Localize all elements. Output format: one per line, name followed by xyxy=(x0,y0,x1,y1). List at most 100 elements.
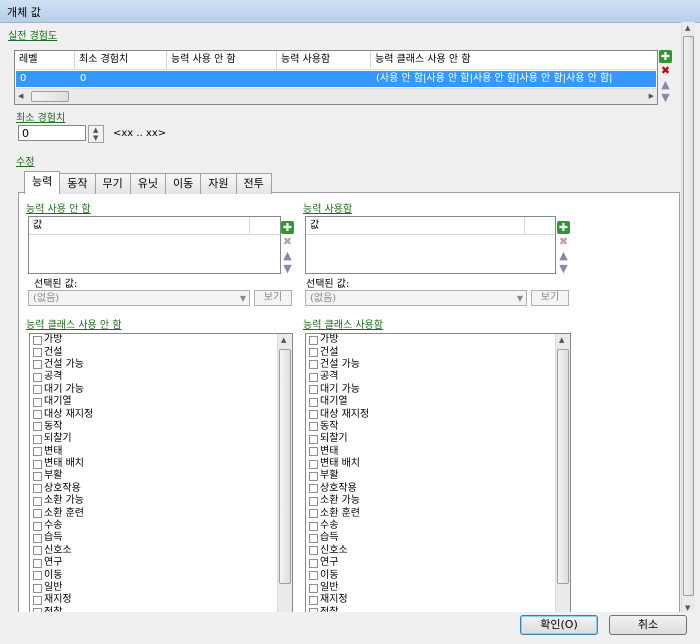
scroll-right-icon[interactable]: ▶ xyxy=(649,92,654,100)
checkbox[interactable] xyxy=(33,533,42,543)
ability-off-down-icon[interactable]: ▼ xyxy=(281,262,294,275)
tab-unit[interactable]: 유닛 xyxy=(129,173,166,194)
list-item[interactable]: 되찰기 xyxy=(306,433,570,445)
column-header-min-exp[interactable]: 최소 경험치 xyxy=(75,51,167,69)
move-down-icon[interactable]: ▼ xyxy=(659,91,672,104)
view-button[interactable]: 보기 xyxy=(531,290,569,306)
delete-ability-off-icon[interactable]: ✖ xyxy=(281,235,294,248)
list-item[interactable]: 신호소 xyxy=(30,545,292,557)
add-ability-on-icon[interactable]: ✚ xyxy=(557,221,570,234)
ability-on-up-icon[interactable]: ▲ xyxy=(557,249,570,262)
add-ability-off-icon[interactable]: ✚ xyxy=(281,221,294,234)
list-item[interactable]: 소환 가능 xyxy=(30,495,292,507)
checkbox[interactable] xyxy=(33,496,42,506)
checkbox[interactable] xyxy=(309,422,318,432)
checkbox[interactable] xyxy=(309,434,318,444)
checkbox[interactable] xyxy=(33,360,42,370)
view-button[interactable]: 보기 xyxy=(254,290,292,306)
ability-on-list[interactable]: 값 xyxy=(305,216,556,274)
scroll-up-icon[interactable]: ▲ xyxy=(685,24,690,32)
spin-up-icon[interactable]: ▲ xyxy=(93,126,98,134)
min-exp-input[interactable]: 0 xyxy=(18,125,86,141)
list-item[interactable]: 습득 xyxy=(30,532,292,544)
list-item[interactable]: 대상 재지정 xyxy=(30,408,292,420)
column-header-level[interactable]: 레벨 xyxy=(15,51,75,69)
checkbox[interactable] xyxy=(33,410,42,420)
list-item[interactable]: 대기열 xyxy=(30,396,292,408)
list-item[interactable]: 소환 가능 xyxy=(306,495,570,507)
list-item[interactable]: 이동 xyxy=(306,569,570,581)
checkbox[interactable] xyxy=(309,546,318,556)
checkbox[interactable] xyxy=(33,447,42,457)
scroll-thumb[interactable] xyxy=(683,36,694,596)
list-item[interactable]: 일반 xyxy=(30,582,292,594)
checkbox[interactable] xyxy=(33,595,42,605)
checkbox[interactable] xyxy=(309,533,318,543)
list-item[interactable]: 부활 xyxy=(30,470,292,482)
tab-action[interactable]: 동작 xyxy=(59,173,96,194)
tab-resource[interactable]: 자원 xyxy=(200,173,237,194)
checkbox[interactable] xyxy=(309,521,318,531)
checkbox[interactable] xyxy=(309,595,318,605)
list-item[interactable]: 대기열 xyxy=(306,396,570,408)
selected-value-combo[interactable]: (없음) ▼ xyxy=(28,290,250,306)
column-header-ability-class-off[interactable]: 능력 클래스 사용 안 함 xyxy=(371,51,657,69)
list-item[interactable]: 가방 xyxy=(306,334,570,346)
scroll-thumb[interactable] xyxy=(557,349,569,584)
min-exp-spinner[interactable]: ▲ ▼ xyxy=(88,125,104,143)
horizontal-scrollbar[interactable]: ◀ ▶ xyxy=(15,88,657,104)
list-item[interactable]: 공격 xyxy=(306,371,570,383)
list-item[interactable]: 상호작용 xyxy=(306,483,570,495)
scroll-up-icon[interactable]: ▲ xyxy=(281,336,286,344)
checkbox[interactable] xyxy=(33,583,42,593)
list-item[interactable]: 소환 훈련 xyxy=(306,507,570,519)
list-item[interactable]: 변태 배치 xyxy=(306,458,570,470)
delete-ability-on-icon[interactable]: ✖ xyxy=(557,235,570,248)
list-item[interactable]: 부활 xyxy=(306,470,570,482)
chevron-down-icon[interactable]: ▼ xyxy=(240,291,246,307)
list-item[interactable]: 상호작용 xyxy=(30,483,292,495)
checkbox[interactable] xyxy=(33,558,42,568)
experience-grid[interactable]: 레벨 최소 경험치 능력 사용 안 함 능력 사용함 능력 클래스 사용 안 함… xyxy=(14,50,658,105)
list-item[interactable]: 변태 배치 xyxy=(30,458,292,470)
scroll-left-icon[interactable]: ◀ xyxy=(18,92,23,100)
checkbox[interactable] xyxy=(309,335,318,345)
vertical-scrollbar[interactable]: ▲ xyxy=(277,334,292,614)
list-item[interactable]: 대기 가능 xyxy=(306,384,570,396)
list-item[interactable]: 건설 xyxy=(306,346,570,358)
checkbox[interactable] xyxy=(33,422,42,432)
list-item[interactable]: 변태 xyxy=(306,446,570,458)
checkbox[interactable] xyxy=(33,397,42,407)
list-item[interactable]: 연구 xyxy=(30,557,292,569)
checkbox[interactable] xyxy=(33,509,42,519)
checkbox[interactable] xyxy=(33,434,42,444)
add-level-icon[interactable]: ✚ xyxy=(659,50,672,63)
list-item[interactable]: 대상 재지정 xyxy=(306,408,570,420)
checkbox[interactable] xyxy=(309,471,318,481)
checkbox[interactable] xyxy=(309,509,318,519)
ability-on-down-icon[interactable]: ▼ xyxy=(557,262,570,275)
selected-value-combo[interactable]: (없음) ▼ xyxy=(305,290,527,306)
ability-off-up-icon[interactable]: ▲ xyxy=(281,249,294,262)
scroll-down-icon[interactable]: ▼ xyxy=(685,604,690,612)
scroll-thumb[interactable] xyxy=(31,91,69,102)
tab-combat[interactable]: 전투 xyxy=(235,173,272,194)
checkbox[interactable] xyxy=(33,546,42,556)
list-item[interactable]: 가방 xyxy=(30,334,292,346)
list-item[interactable]: 신호소 xyxy=(306,545,570,557)
list-item[interactable]: 수송 xyxy=(30,520,292,532)
spin-down-icon[interactable]: ▼ xyxy=(93,134,98,142)
ability-class-on-list[interactable]: 가방 건설 건설 가능 공격 대기 가능 대기열 대상 재지정 동작 되찰기 변태 변태 배치 부활 상… xyxy=(305,333,571,615)
delete-level-icon[interactable]: ✖ xyxy=(659,64,672,77)
list-item[interactable]: 소환 훈련 xyxy=(30,507,292,519)
checkbox[interactable] xyxy=(33,459,42,469)
checkbox[interactable] xyxy=(33,335,42,345)
checkbox[interactable] xyxy=(33,471,42,481)
checkbox[interactable] xyxy=(309,385,318,395)
scroll-thumb[interactable] xyxy=(279,349,291,584)
checkbox[interactable] xyxy=(309,496,318,506)
list-item[interactable]: 재지정 xyxy=(30,594,292,606)
list-item[interactable]: 연구 xyxy=(306,557,570,569)
checkbox[interactable] xyxy=(309,583,318,593)
list-item[interactable]: 되찰기 xyxy=(30,433,292,445)
